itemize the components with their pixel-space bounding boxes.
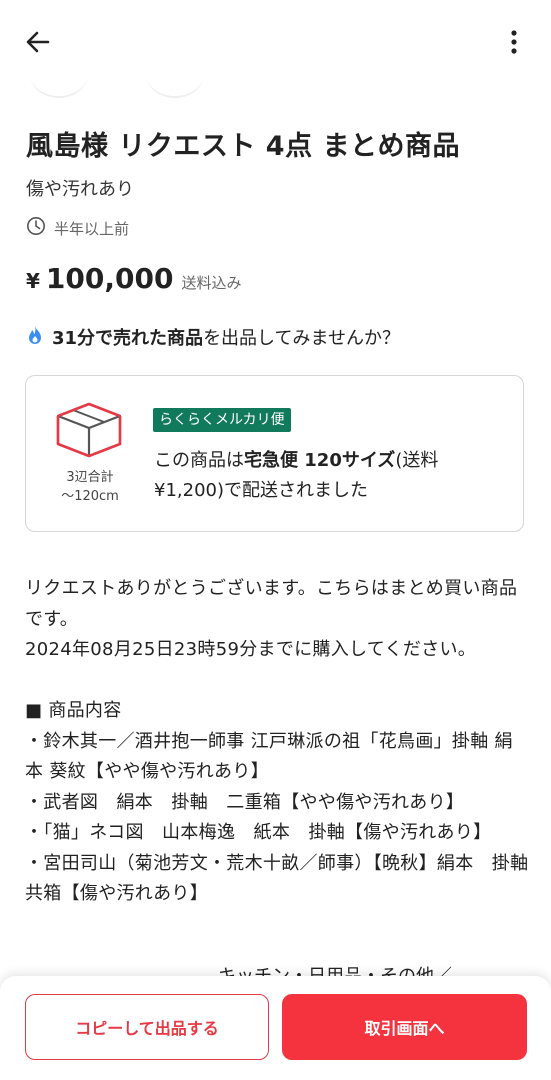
shipping-desc-pre: この商品は — [154, 450, 244, 471]
clock-icon — [26, 216, 46, 240]
price: ¥ 100,000 送料込み — [26, 262, 241, 295]
go-to-transaction-button[interactable]: 取引画面へ — [282, 994, 527, 1060]
item-title: 風島様 リクエスト 4点 まとめ商品 — [26, 131, 460, 162]
box-size-line2: ～120cm — [61, 489, 119, 504]
flame-icon — [26, 325, 44, 350]
shipping-method-badge: らくらくメルカリ便 — [153, 408, 291, 432]
posted-time-text: 半年以上前 — [54, 219, 130, 238]
shipping-included-label: 送料込み — [181, 274, 242, 292]
promo-rest-text: を出品してみませんか？ — [203, 328, 400, 349]
shipping-info-card: 3辺合計 ～120cm らくらくメルカリ便 この商品は宅急便 120サイズ(送料… — [25, 375, 524, 532]
box-icon — [54, 398, 124, 458]
image-thumbnail-peek[interactable] — [30, 50, 88, 98]
box-size-line1: 3辺合計 — [66, 470, 114, 485]
more-options-button[interactable] — [494, 24, 534, 64]
promo-strong-text: 31分で売れた商品 — [52, 328, 204, 349]
copy-and-list-button[interactable]: コピーして出品する — [25, 994, 269, 1060]
box-size-caption: 3辺合計 ～120cm — [44, 468, 136, 506]
shipping-description: この商品は宅急便 120サイズ(送料¥1,200)で配送されました — [154, 446, 499, 506]
item-detail-page: 風島様 リクエスト 4点 まとめ商品 傷や汚れあり 半年以上前 ¥ 100,00… — [0, 0, 551, 1080]
item-condition: 傷や汚れあり — [26, 179, 134, 200]
item-description: リクエストありがとうございます。こちらはまとめ買い商品です。 2024年08月2… — [25, 578, 529, 904]
image-thumbnail-peek[interactable] — [146, 50, 204, 98]
price-amount: 100,000 — [45, 262, 174, 295]
promo-message[interactable]: 31分で売れた商品 を出品してみませんか？ — [26, 324, 400, 350]
price-currency: ¥ — [26, 269, 40, 293]
posted-time: 半年以上前 — [26, 216, 129, 240]
more-vertical-icon — [509, 28, 519, 60]
bottom-action-bar: コピーして出品する 取引画面へ — [0, 976, 551, 1080]
shipping-desc-strong: 宅急便 120サイズ — [244, 450, 396, 471]
